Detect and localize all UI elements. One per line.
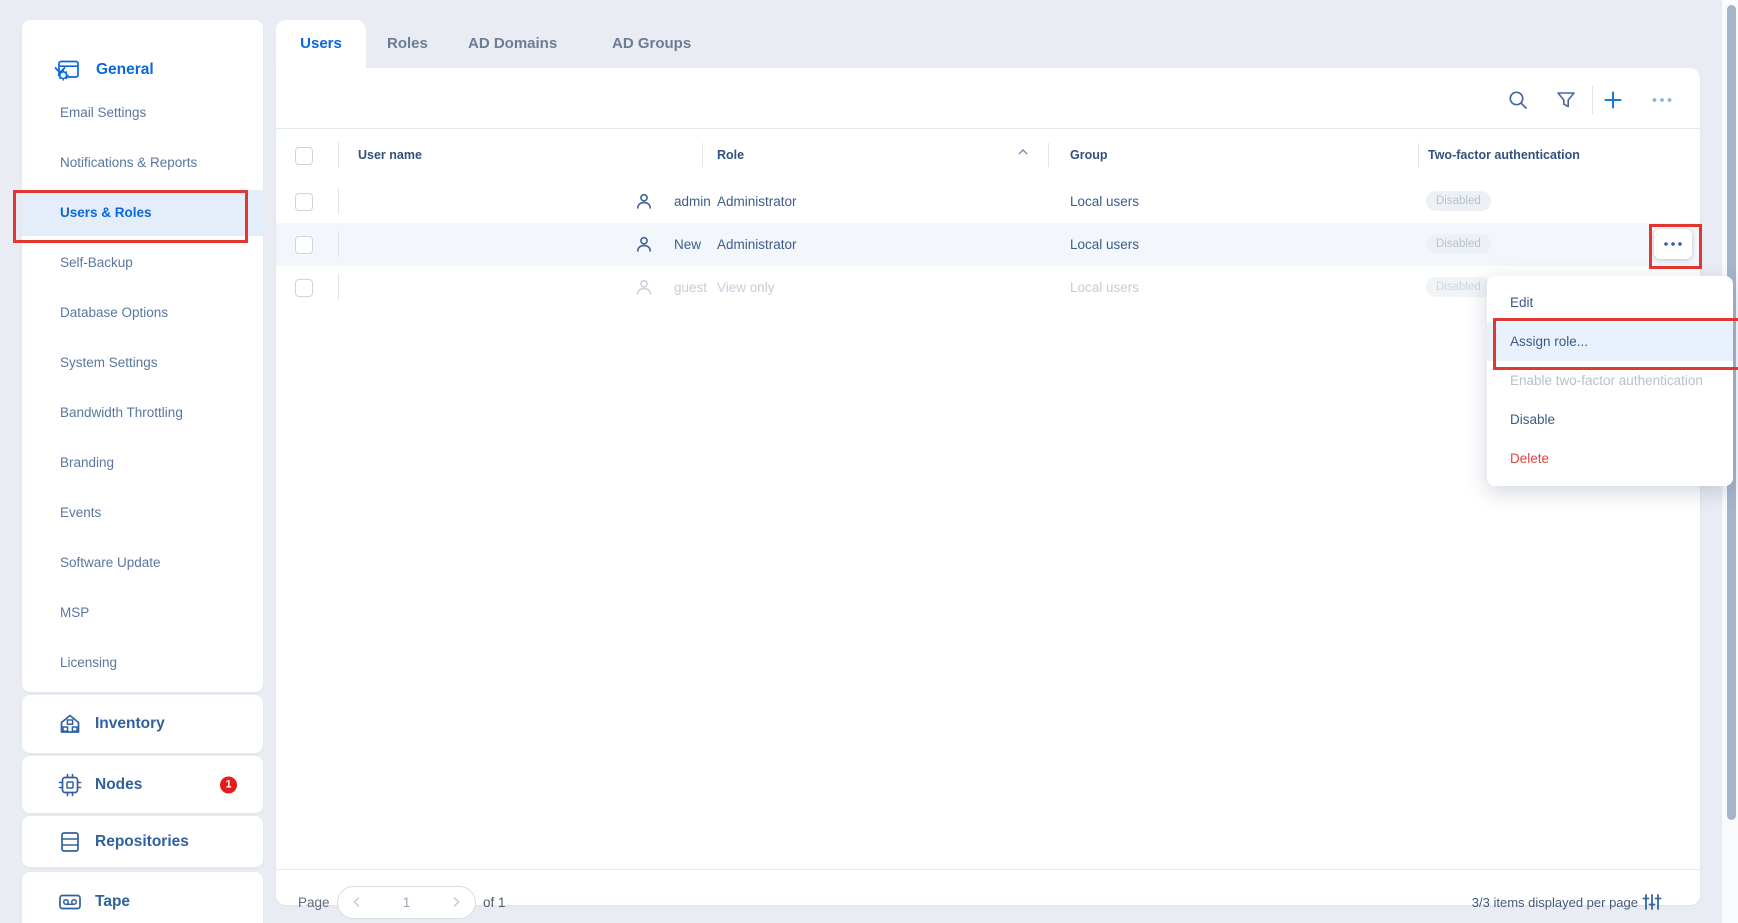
table-row-new[interactable]: New Administrator Local users Disabled [276,223,1700,266]
two-factor-status-badge: Disabled [1426,277,1491,297]
sidebar-item-notifications-reports[interactable]: Notifications & Reports [22,140,263,186]
tab-ad-groups[interactable]: AD Groups [612,20,691,68]
column-role[interactable]: Role [717,129,744,181]
header-divider [338,142,339,168]
tab-ad-domains[interactable]: AD Domains [468,20,557,68]
tab-roles[interactable]: Roles [387,20,428,68]
more-actions-icon[interactable] [1650,88,1674,112]
items-per-page-summary: 3/3 items displayed per page [1472,886,1638,919]
menu-item-disable[interactable]: Disable [1487,400,1733,439]
sidebar-item-database-options[interactable]: Database Options [22,290,263,336]
sidebar-repositories-label: Repositories [95,833,189,851]
two-factor-status-badge: Disabled [1426,191,1491,211]
sidebar-general-label: General [96,48,154,92]
column-group[interactable]: Group [1070,129,1108,181]
settings-page: General Email Settings Notifications & R… [0,0,1738,923]
next-page-button[interactable] [441,887,471,918]
row-checkbox[interactable] [295,236,313,254]
toolbar-divider [1592,86,1593,114]
user-icon [634,234,654,254]
sidebar-section-tape[interactable]: Tape [22,872,263,923]
sidebar-item-branding[interactable]: Branding [22,440,263,486]
sidebar-section-repositories[interactable]: Repositories [22,816,263,867]
sidebar-item-msp[interactable]: MSP [22,590,263,636]
total-pages-label: of 1 [483,886,506,919]
column-separator[interactable] [1048,143,1049,167]
table-row-admin[interactable]: admin Administrator Local users Disabled [276,180,1700,223]
user-name-cell: New [674,223,701,266]
repositories-icon [57,829,83,855]
page-stepper: 1 [337,886,476,919]
nodes-icon [57,772,83,798]
menu-item-assign-role[interactable]: Assign role... [1487,322,1733,361]
filter-icon[interactable] [1554,88,1578,112]
tape-icon [57,889,83,915]
sidebar-inventory-label: Inventory [95,715,165,733]
row-divider [338,231,339,257]
row-checkbox[interactable] [295,193,313,211]
menu-item-enable-two-factor: Enable two-factor authentication [1487,361,1733,400]
row-checkbox[interactable] [295,279,313,297]
row-actions-button[interactable] [1654,229,1692,259]
sidebar-item-system-settings[interactable]: System Settings [22,340,263,386]
sidebar-tape-label: Tape [95,893,130,911]
user-icon [634,277,654,297]
sidebar-section-inventory[interactable]: Inventory [22,695,263,753]
sidebar-item-events[interactable]: Events [22,490,263,536]
add-user-icon[interactable] [1601,88,1625,112]
sidebar-item-self-backup[interactable]: Self-Backup [22,240,263,286]
search-icon[interactable] [1506,88,1530,112]
row-context-menu: Edit Assign role... Enable two-factor au… [1487,276,1733,486]
users-panel: User name Role Group Two-factor authenti… [276,68,1700,905]
items-per-page-icon[interactable] [1642,892,1662,912]
two-factor-status-badge: Disabled [1426,234,1491,254]
column-separator[interactable] [702,143,703,167]
sidebar-item-users-roles[interactable]: Users & Roles [22,190,263,236]
sidebar-section-nodes[interactable]: Nodes 1 [22,756,263,813]
role-cell: Administrator [717,180,797,223]
menu-item-delete[interactable]: Delete [1487,439,1733,478]
column-two-factor[interactable]: Two-factor authentication [1428,129,1580,181]
inventory-icon [57,711,83,737]
table-header: User name Role Group Two-factor authenti… [276,128,1700,180]
row-divider [338,274,339,300]
group-cell: Local users [1070,223,1139,266]
nodes-alert-badge: 1 [220,776,237,793]
menu-item-edit[interactable]: Edit [1487,283,1733,322]
footer-divider [276,869,1700,870]
sidebar-section-general[interactable]: General [22,48,263,92]
select-all-checkbox[interactable] [295,147,313,165]
tab-users[interactable]: Users [276,20,366,68]
role-cell: Administrator [717,223,797,266]
sidebar-item-software-update[interactable]: Software Update [22,540,263,586]
sidebar-nodes-label: Nodes [95,776,142,794]
role-cell: View only [717,266,775,309]
sidebar-item-bandwidth-throttling[interactable]: Bandwidth Throttling [22,390,263,436]
sidebar-item-email-settings[interactable]: Email Settings [22,90,263,136]
page-label: Page [298,886,330,919]
group-cell: Local users [1070,266,1139,309]
group-cell: Local users [1070,180,1139,223]
user-name-cell: admin [674,180,711,223]
row-divider [338,188,339,214]
column-user-name[interactable]: User name [358,129,422,181]
column-separator[interactable] [1418,143,1419,167]
sidebar-general-card: General Email Settings Notifications & R… [22,20,263,692]
user-icon [634,191,654,211]
sort-ascending-icon[interactable] [1018,149,1028,155]
general-settings-icon [55,57,81,83]
user-name-cell: guest [674,266,707,309]
sidebar-item-licensing[interactable]: Licensing [22,640,263,686]
